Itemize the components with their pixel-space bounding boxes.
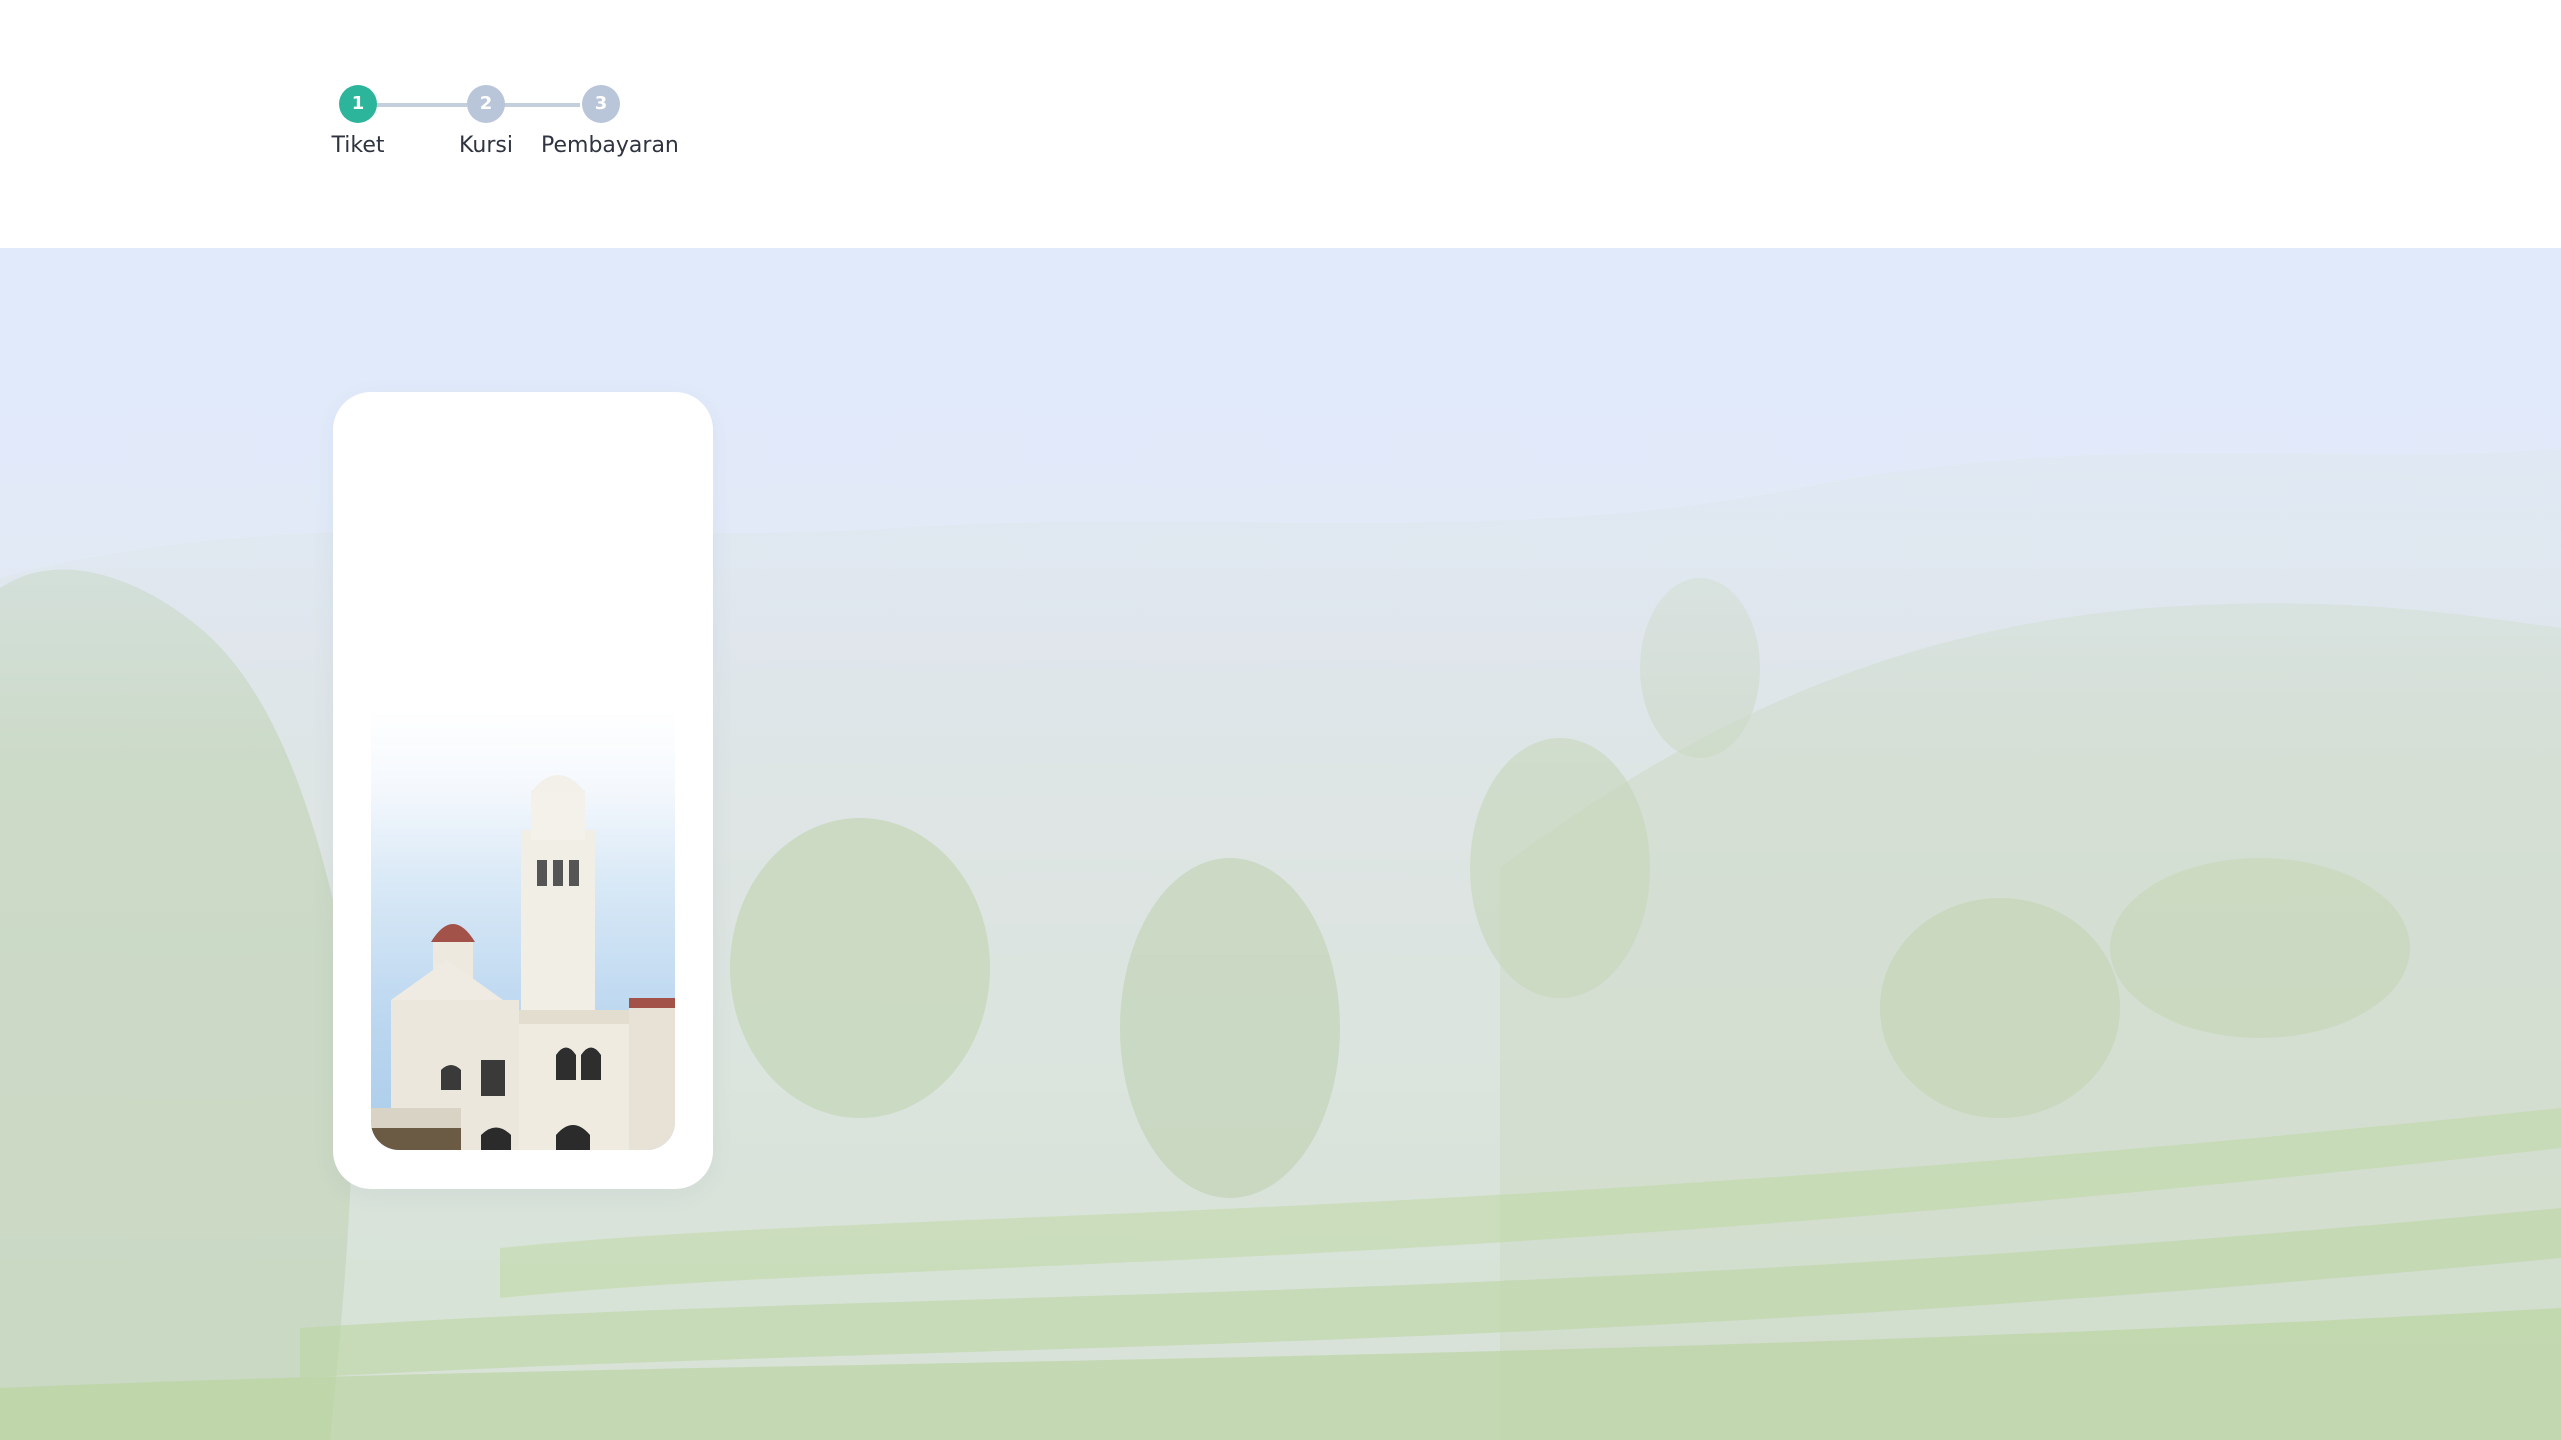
step-number-1: 1 xyxy=(339,85,377,123)
step-number-3: 3 xyxy=(582,85,620,123)
lawang-sewu-photo xyxy=(371,710,675,1150)
step-tiket[interactable]: 1 Tiket xyxy=(298,85,418,158)
step-pembayaran[interactable]: 3 Pembayaran xyxy=(541,85,679,158)
step-number-2: 2 xyxy=(467,85,505,123)
building-illustration xyxy=(371,775,675,1150)
booking-stepper: 1 Tiket 2 Kursi 3 Pembayaran xyxy=(325,85,685,175)
step-label-pembayaran: Pembayaran xyxy=(541,133,679,158)
step-kursi[interactable]: 2 Kursi xyxy=(426,85,546,158)
destination-card[interactable] xyxy=(333,392,713,1189)
hero-landscape-background xyxy=(0,248,2561,1440)
top-header: 1 Tiket 2 Kursi 3 Pembayaran xyxy=(0,0,2561,248)
step-label-tiket: Tiket xyxy=(331,133,385,158)
step-label-kursi: Kursi xyxy=(459,133,513,158)
